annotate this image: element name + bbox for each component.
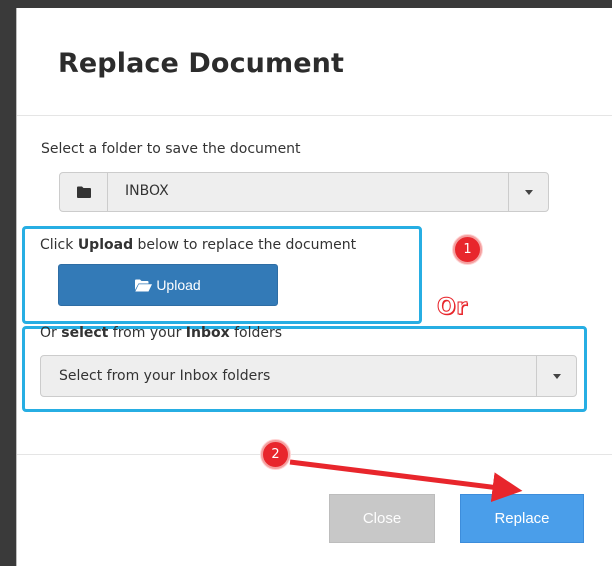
step-one-badge: 1 bbox=[453, 235, 482, 264]
folder-label: Select a folder to save the document bbox=[41, 141, 301, 157]
inbox-select-instruction: Or select from your Inbox folders bbox=[40, 325, 282, 341]
inbox-instruction-bold: Inbox bbox=[185, 325, 230, 341]
chevron-down-icon bbox=[524, 189, 533, 195]
upload-button[interactable]: Upload bbox=[58, 264, 278, 306]
folder-icon bbox=[76, 186, 91, 198]
step-two-badge: 2 bbox=[261, 440, 290, 469]
upload-instruction: Click Upload below to replace the docume… bbox=[40, 237, 356, 253]
folder-dropdown-toggle[interactable] bbox=[508, 173, 548, 211]
upload-instruction-bold: Upload bbox=[77, 237, 134, 253]
close-button[interactable]: Close bbox=[329, 494, 435, 543]
inbox-instruction-bold: select bbox=[61, 325, 109, 341]
replace-button[interactable]: Replace bbox=[460, 494, 584, 543]
dialog-title: Replace Document bbox=[58, 48, 344, 79]
inbox-instruction-text: folders bbox=[229, 325, 283, 341]
folder-open-icon bbox=[135, 279, 153, 291]
chevron-down-icon bbox=[552, 373, 561, 379]
inbox-folder-select-value: Select from your Inbox folders bbox=[59, 368, 271, 384]
upload-instruction-text: Click bbox=[40, 237, 78, 253]
dialog-header: Replace Document bbox=[17, 8, 612, 116]
inbox-folder-dropdown-toggle[interactable] bbox=[536, 356, 576, 396]
inbox-instruction-text: Or bbox=[40, 325, 62, 341]
inbox-instruction-text: from your bbox=[108, 325, 186, 341]
upload-instruction-text: below to replace the document bbox=[133, 237, 357, 253]
folder-icon-addon bbox=[60, 173, 108, 211]
dialog-footer-divider bbox=[17, 454, 612, 455]
background-page-glimpse bbox=[8, 130, 16, 146]
inbox-folder-select[interactable]: Select from your Inbox folders bbox=[40, 355, 577, 397]
folder-select-value: INBOX bbox=[125, 183, 169, 199]
folder-select[interactable]: INBOX bbox=[59, 172, 549, 212]
or-annotation: Or bbox=[437, 295, 468, 321]
background-page-glimpse bbox=[8, 542, 16, 558]
upload-button-label: Upload bbox=[156, 277, 201, 293]
